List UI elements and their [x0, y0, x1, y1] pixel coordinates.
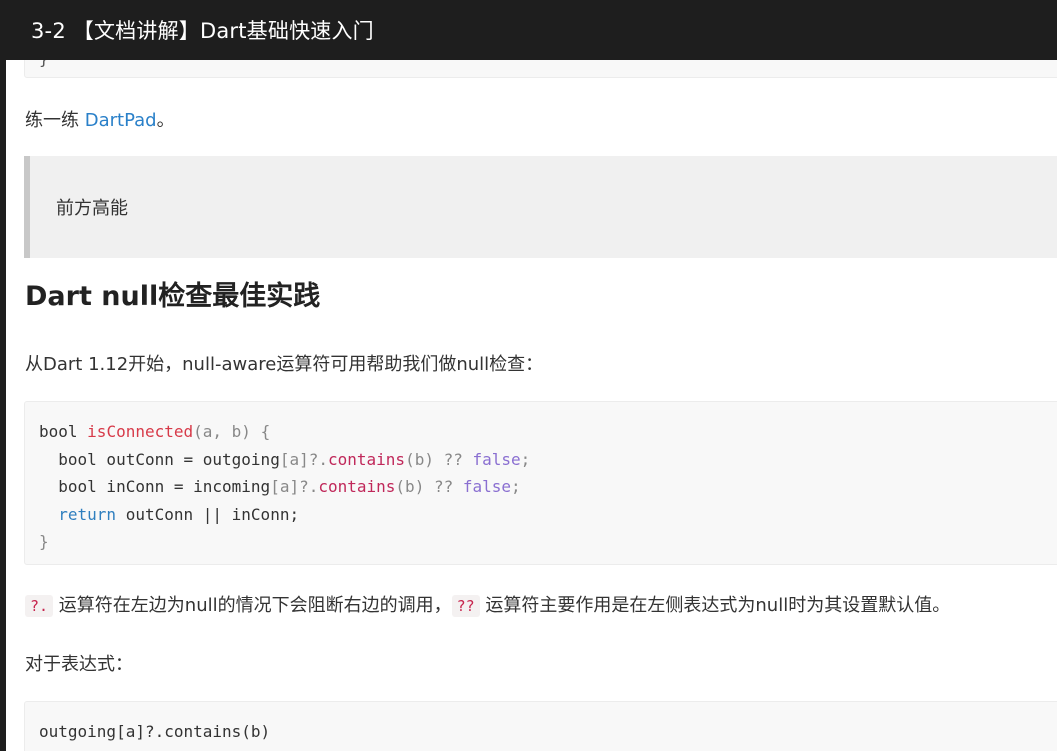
expression-code: outgoing[a]?.contains(b)	[39, 722, 271, 741]
code-block-isconnected[interactable]: bool isConnected(a, b) { bool outConn = …	[24, 401, 1057, 565]
blockquote-text: 前方高能	[56, 198, 128, 219]
code-block-expression[interactable]: outgoing[a]?.contains(b)	[24, 701, 1057, 751]
inline-code-null-coalescing: ??	[451, 595, 480, 617]
dartpad-link[interactable]: DartPad	[85, 110, 157, 131]
practice-suffix: 。	[156, 110, 175, 131]
intro-paragraph: 从Dart 1.12开始，null-aware运算符可用帮助我们做null检查：	[25, 354, 544, 375]
expression-label: 对于表达式：	[25, 654, 133, 675]
left-edge-rail	[0, 0, 6, 751]
explain-paragraph: ?. 运算符在左边为null的情况下会阻断右边的调用，?? 运算符主要作用是在左…	[25, 591, 950, 617]
blockquote: 前方高能	[24, 156, 1057, 258]
inline-code-null-aware-access: ?.	[25, 595, 54, 617]
practice-prefix: 练一练	[25, 110, 85, 131]
practice-paragraph: 练一练 DartPad。	[25, 106, 175, 132]
section-heading: Dart null检查最佳实践	[25, 281, 321, 312]
title-bar: 3-2 【文档讲解】Dart基础快速入门	[0, 0, 1057, 60]
lesson-title: 3-2 【文档讲解】Dart基础快速入门	[31, 19, 374, 43]
code-text: bool isConnected(a, b) { bool outConn = …	[39, 422, 531, 551]
lesson-page: 3-2 【文档讲解】Dart基础快速入门 } 练一练 DartPad。 前方高能…	[0, 0, 1057, 751]
